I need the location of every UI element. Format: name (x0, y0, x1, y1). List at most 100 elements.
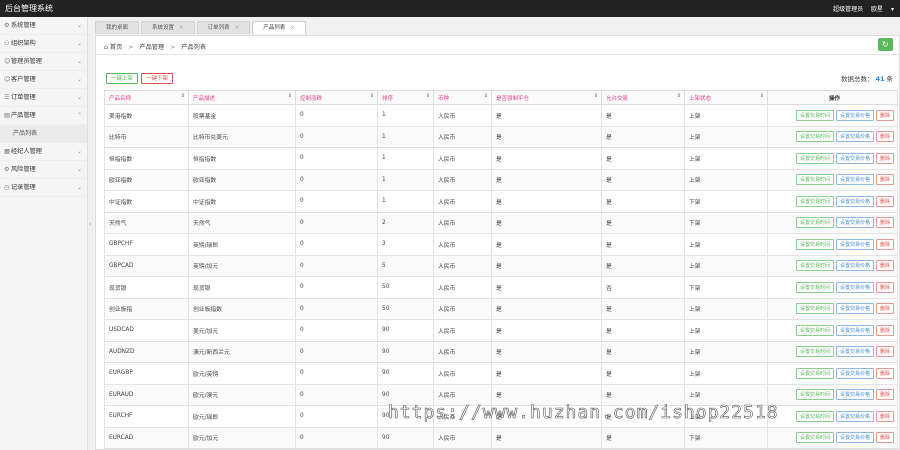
set-trade-time-button[interactable]: 设置交易时间 (795, 174, 834, 186)
set-trade-price-button[interactable]: 设置交易价格 (835, 303, 874, 315)
delete-button[interactable]: 删除 (875, 410, 894, 422)
table-row: GBPCAD 英镑/加元 0 5 人民币是是上架 设置交易时间 设置交易价格 删除 (104, 254, 898, 277)
set-trade-price-button[interactable]: 设置交易价格 (835, 260, 874, 272)
tab-product-list[interactable]: 产品列表 × (252, 21, 306, 34)
set-trade-time-button[interactable]: 设置交易时间 (795, 389, 834, 401)
set-trade-price-button[interactable]: 设置交易价格 (835, 217, 874, 229)
delete-button[interactable]: 删除 (875, 346, 894, 358)
set-trade-price-button[interactable]: 设置交易价格 (835, 152, 874, 164)
delete-button[interactable]: 删除 (875, 389, 894, 401)
column-header[interactable]: 排序 ⇕ (377, 90, 434, 105)
set-trade-time-button[interactable]: 设置交易时间 (795, 109, 834, 121)
set-trade-price-button[interactable]: 设置交易价格 (835, 174, 874, 186)
set-trade-price-button[interactable]: 设置交易价格 (835, 410, 874, 422)
column-header[interactable]: 是否强制平仓 ⇕ (491, 90, 602, 105)
set-trade-price-button[interactable]: 设置交易价格 (835, 131, 874, 143)
set-trade-time-button[interactable]: 设置交易时间 (795, 217, 834, 229)
delete-button[interactable]: 删除 (875, 303, 894, 315)
set-trade-price-button[interactable]: 设置交易价格 (835, 324, 874, 336)
set-trade-price-button[interactable]: 设置交易价格 (835, 238, 874, 250)
set-trade-time-button[interactable]: 设置交易时间 (795, 303, 834, 315)
sidebar-item-customers[interactable]: ☺客户管理 ⌄ (0, 71, 87, 89)
refresh-button[interactable]: ↻ (878, 38, 893, 51)
breadcrumb-section[interactable]: 产品管理 (139, 44, 164, 51)
delete-button[interactable]: 删除 (875, 152, 894, 164)
batch-delist-button[interactable]: 一键下架 (141, 73, 174, 84)
set-trade-time-button[interactable]: 设置交易时间 (795, 260, 834, 272)
set-trade-price-button[interactable]: 设置交易价格 (835, 281, 874, 293)
user-area: 超级管理员 欧星 ▾ (827, 4, 894, 13)
sort-icon[interactable]: ⇕ (760, 93, 764, 99)
set-trade-price-button[interactable]: 设置交易价格 (835, 389, 874, 401)
set-trade-time-button[interactable]: 设置交易时间 (795, 432, 834, 444)
sort-icon[interactable]: ⇕ (370, 93, 374, 99)
row-actions: 设置交易时间 设置交易价格 删除 (767, 168, 898, 191)
sort-icon[interactable]: ⇕ (594, 93, 598, 99)
tab-system-settings[interactable]: 系统设置 × (141, 21, 195, 34)
sidebar-subitem-product-list[interactable]: 产品列表 (0, 125, 87, 143)
sort-icon[interactable]: ⇕ (677, 93, 681, 99)
set-trade-price-button[interactable]: 设置交易价格 (835, 109, 874, 121)
sort-icon[interactable]: ⇕ (288, 93, 292, 99)
delete-button[interactable]: 删除 (875, 174, 894, 186)
sidebar-collapse-toggle[interactable]: ‹ (89, 218, 94, 232)
delete-button[interactable]: 删除 (875, 109, 894, 121)
chevron-down-icon[interactable]: ▾ (891, 6, 894, 13)
column-header[interactable]: 控制涨跌 ⇕ (295, 90, 378, 105)
delete-button[interactable]: 删除 (875, 281, 894, 293)
table-cell: 是 (491, 190, 602, 213)
set-trade-time-button[interactable]: 设置交易时间 (795, 238, 834, 250)
sidebar-item-brokers[interactable]: ▦经纪人管理 ⌄ (0, 143, 87, 161)
delete-button[interactable]: 删除 (875, 131, 894, 143)
set-trade-time-button[interactable]: 设置交易时间 (795, 195, 834, 207)
breadcrumb-home[interactable]: 首页 (110, 44, 122, 51)
set-trade-time-button[interactable]: 设置交易时间 (795, 324, 834, 336)
delete-button[interactable]: 删除 (875, 432, 894, 444)
sort-icon[interactable]: ⇕ (426, 93, 430, 99)
sidebar-item-orders[interactable]: ☰订单管理 ⌄ (0, 89, 87, 107)
sidebar-item-products[interactable]: ▤产品管理 ⌃ (0, 107, 87, 125)
set-trade-price-button[interactable]: 设置交易价格 (835, 195, 874, 207)
delete-button[interactable]: 删除 (875, 324, 894, 336)
list-icon: ☰ (4, 94, 10, 101)
column-header[interactable]: 上架状态 ⇕ (684, 90, 768, 105)
delete-button[interactable]: 删除 (875, 367, 894, 379)
close-icon[interactable]: × (235, 25, 240, 31)
table-cell: 人民币 (433, 147, 492, 170)
set-trade-price-button[interactable]: 设置交易价格 (835, 367, 874, 379)
set-trade-time-button[interactable]: 设置交易时间 (795, 346, 834, 358)
set-trade-time-button[interactable]: 设置交易时间 (795, 281, 834, 293)
delete-button[interactable]: 删除 (875, 238, 894, 250)
set-trade-price-button[interactable]: 设置交易价格 (835, 346, 874, 358)
tab-desktop[interactable]: 我的桌面 (95, 21, 140, 34)
set-trade-time-button[interactable]: 设置交易时间 (795, 152, 834, 164)
set-trade-time-button[interactable]: 设置交易时间 (795, 410, 834, 422)
sort-icon[interactable]: ⇕ (484, 93, 488, 99)
delete-button[interactable]: 删除 (875, 195, 894, 207)
sidebar-item-admins[interactable]: ☺管理员管理 ⌄ (0, 53, 87, 71)
set-trade-time-button[interactable]: 设置交易时间 (795, 131, 834, 143)
close-icon[interactable]: × (179, 25, 184, 31)
close-icon[interactable]: × (290, 25, 295, 31)
column-header[interactable]: 币种 ⇕ (433, 90, 492, 105)
sort-icon[interactable]: ⇕ (181, 93, 185, 99)
chevron-down-icon: ⌄ (76, 94, 82, 101)
sidebar-item-records[interactable]: ◷ 记录管理 ⌄ (0, 179, 87, 197)
app-title: 后台管理系统 (5, 4, 53, 13)
batch-list-button[interactable]: 一键上架 (106, 73, 139, 84)
delete-button[interactable]: 删除 (875, 217, 894, 229)
sidebar-item-risk[interactable]: ⚙风险管理 ⌄ (0, 161, 87, 179)
tab-order-list[interactable]: 订单列表 × (196, 21, 251, 34)
delete-button[interactable]: 删除 (875, 260, 894, 272)
set-trade-time-button[interactable]: 设置交易时间 (795, 367, 834, 379)
sidebar-item-system[interactable]: ⚙系统管理 ⌄ (0, 17, 87, 35)
column-header[interactable]: 产品名称 ⇕ (104, 90, 189, 105)
column-header[interactable]: 允许交易 ⇕ (601, 90, 685, 105)
sidebar-item-org[interactable]: ⚇组织架构 ⌄ (0, 35, 87, 53)
table-cell: 上架 (684, 340, 768, 363)
column-header[interactable]: 产品描述 ⇕ (188, 90, 296, 105)
set-trade-price-button[interactable]: 设置交易价格 (835, 432, 874, 444)
user-name-menu[interactable]: 欧星 (871, 6, 883, 13)
column-header-label: 操作 (828, 95, 840, 102)
table-cell: USDCAD (104, 319, 189, 342)
